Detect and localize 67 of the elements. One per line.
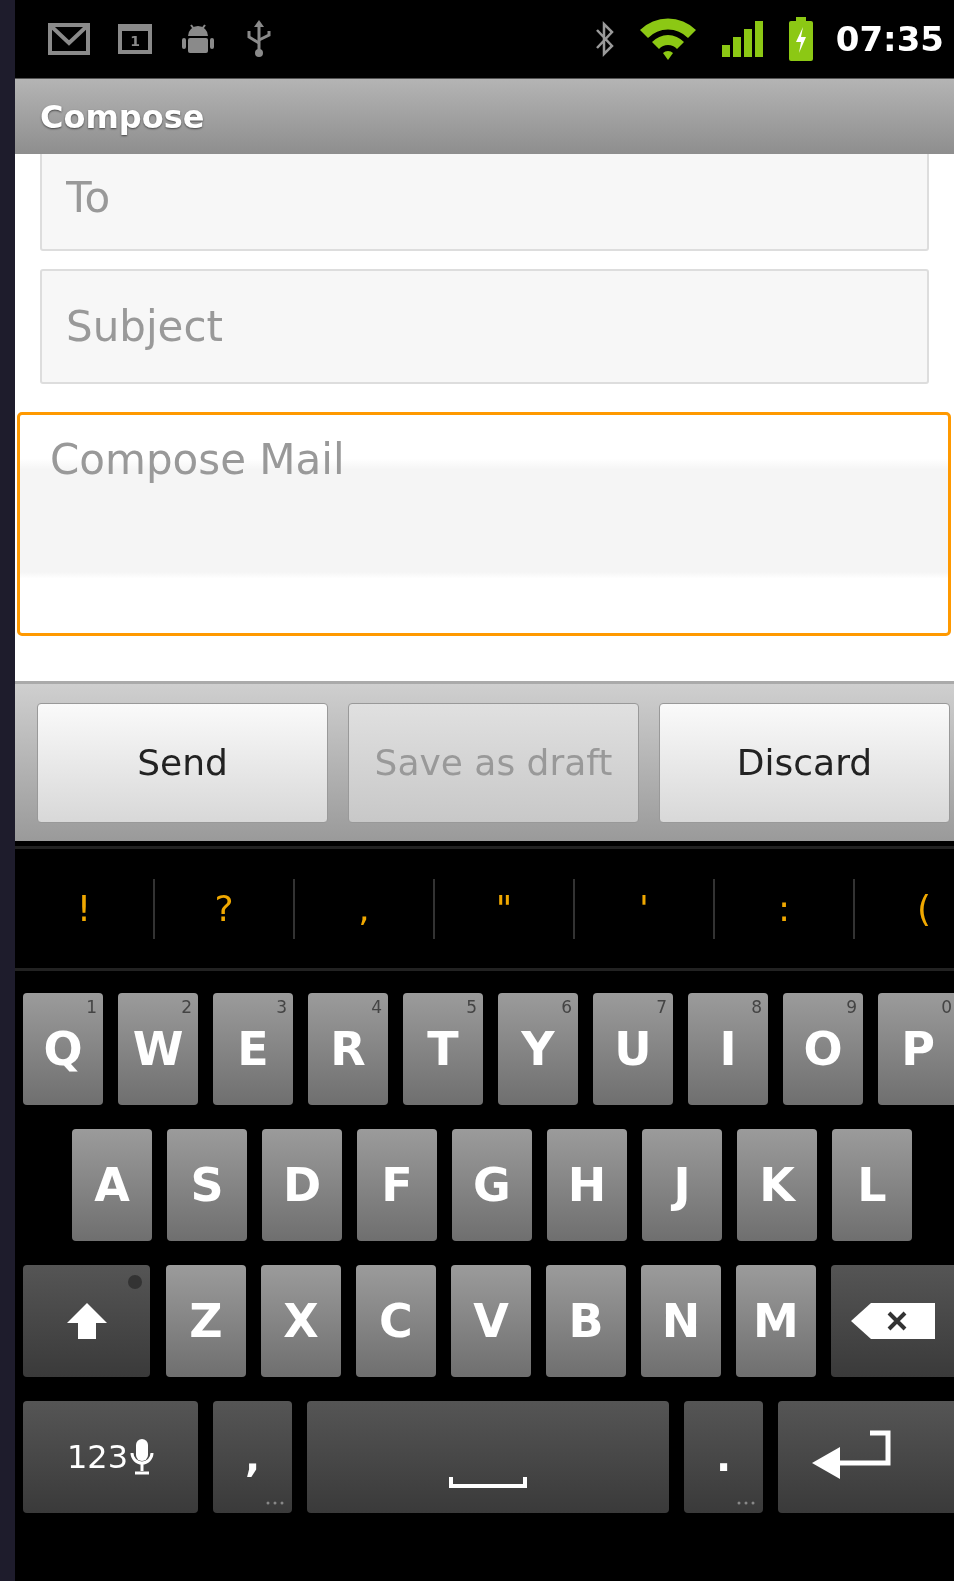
- indicator-light-icon: [128, 1275, 142, 1289]
- enter-key[interactable]: [778, 1401, 954, 1513]
- suggestion-item[interactable]: :: [715, 888, 853, 929]
- key-hint: 0: [941, 997, 952, 1017]
- envelope-icon: [48, 23, 90, 55]
- key-hint: 5: [466, 997, 477, 1017]
- shift-key[interactable]: [23, 1265, 150, 1377]
- key-hint: 3: [276, 997, 287, 1017]
- key[interactable]: W 2: [118, 993, 198, 1105]
- key[interactable]: U 7: [593, 993, 673, 1105]
- key-hint: 9: [846, 997, 857, 1017]
- more-icon: [737, 1501, 755, 1505]
- message-field[interactable]: Compose Mail: [17, 412, 951, 636]
- calendar-icon: 1: [118, 24, 152, 54]
- clock-time: 07:35: [835, 19, 944, 59]
- key[interactable]: A: [72, 1129, 152, 1241]
- suggestion-item[interactable]: (: [855, 888, 954, 929]
- battery-charging-icon: [787, 17, 814, 61]
- key[interactable]: G: [452, 1129, 532, 1241]
- suggestion-item[interactable]: !: [15, 888, 153, 929]
- microphone-icon: [130, 1437, 155, 1477]
- key-hint: 2: [181, 997, 192, 1017]
- suggestion-item[interactable]: ': [575, 888, 713, 929]
- more-icon: [266, 1501, 284, 1505]
- text-field[interactable]: To: [40, 154, 929, 251]
- key[interactable]: Q 1: [23, 993, 103, 1105]
- backspace-icon: [849, 1301, 935, 1341]
- bluetooth-icon: [593, 20, 616, 58]
- key[interactable]: X: [261, 1265, 341, 1377]
- key[interactable]: R 4: [308, 993, 388, 1105]
- key[interactable]: F: [357, 1129, 437, 1241]
- key[interactable]: P 0: [878, 993, 954, 1105]
- space-icon: [449, 1475, 527, 1489]
- key[interactable]: E 3: [213, 993, 293, 1105]
- action-button[interactable]: Discard: [659, 702, 950, 823]
- key[interactable]: L: [832, 1129, 912, 1241]
- key[interactable]: Y 6: [498, 993, 578, 1105]
- key[interactable]: .: [684, 1401, 763, 1513]
- key[interactable]: I 8: [688, 993, 768, 1105]
- suggestion-item[interactable]: ?: [155, 888, 293, 929]
- key[interactable]: M: [736, 1265, 816, 1377]
- key[interactable]: Z: [166, 1265, 246, 1377]
- text-field[interactable]: Subject: [40, 269, 929, 384]
- key-hint: 8: [751, 997, 762, 1017]
- key[interactable]: T 5: [403, 993, 483, 1105]
- key-hint: 7: [656, 997, 667, 1017]
- key[interactable]: B: [546, 1265, 626, 1377]
- backspace-key[interactable]: [831, 1265, 954, 1377]
- suggestion-item[interactable]: ,: [295, 888, 433, 929]
- key[interactable]: O 9: [783, 993, 863, 1105]
- key-hint: 4: [371, 997, 382, 1017]
- key[interactable]: V: [451, 1265, 531, 1377]
- key[interactable]: H: [547, 1129, 627, 1241]
- key-hint: 1: [86, 997, 97, 1017]
- key[interactable]: K: [737, 1129, 817, 1241]
- key[interactable]: ,: [213, 1401, 292, 1513]
- suggestion-item[interactable]: ": [435, 888, 573, 929]
- key-hint: 6: [561, 997, 572, 1017]
- key[interactable]: J: [642, 1129, 722, 1241]
- key[interactable]: N: [641, 1265, 721, 1377]
- action-button[interactable]: Send: [37, 702, 328, 823]
- screen-title: Compose: [40, 97, 205, 136]
- key[interactable]: C: [356, 1265, 436, 1377]
- key[interactable]: S: [167, 1129, 247, 1241]
- signal-icon: [719, 19, 766, 59]
- key[interactable]: D: [262, 1129, 342, 1241]
- mode-key[interactable]: 123: [23, 1401, 198, 1513]
